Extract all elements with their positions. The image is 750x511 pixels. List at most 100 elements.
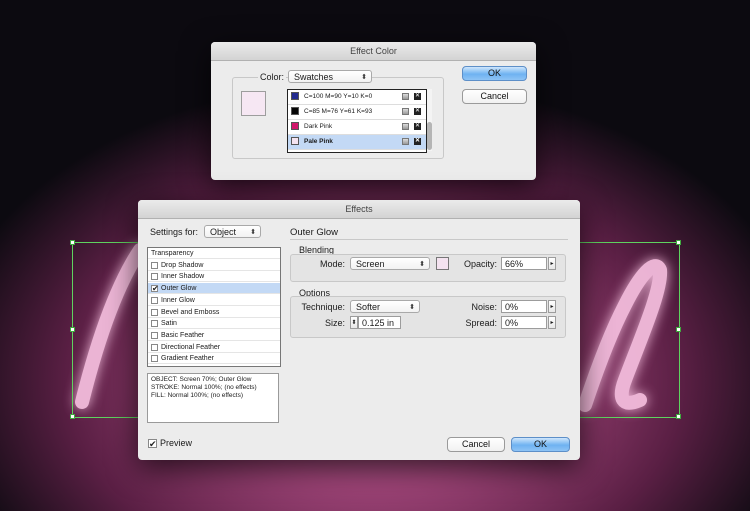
effect-label: Basic Feather [161, 331, 205, 339]
effect-checkbox[interactable] [151, 261, 158, 269]
selection-handle-br[interactable] [676, 414, 681, 419]
swatch-name: C=85 M=76 Y=61 K=93 [304, 108, 373, 115]
mode-label: Mode: [319, 259, 345, 269]
chevron-updown-icon: ⬍ [409, 304, 415, 311]
spread-slider-arrow[interactable]: ▸ [548, 316, 556, 329]
selection-handle-tl[interactable] [70, 240, 75, 245]
opacity-slider-arrow[interactable]: ▸ [548, 257, 556, 270]
selection-handle-mr[interactable] [676, 327, 681, 332]
size-label: Size: [324, 318, 345, 328]
section-title: Outer Glow [290, 227, 339, 238]
swatch-row[interactable]: C=100 M=90 Y=10 K=0 ✕ [288, 90, 426, 105]
technique-value: Softer [356, 302, 381, 312]
summary-line: STROKE: Normal 100%; (no effects) [151, 384, 257, 391]
swatch-color-chip [291, 122, 299, 130]
preview-checkbox[interactable]: ✔ [148, 439, 157, 449]
delete-swatch-icon: ✕ [414, 138, 421, 145]
glow-color-swatch[interactable] [436, 257, 449, 270]
color-preview-swatch [241, 91, 266, 116]
effect-label: Directional Feather [161, 343, 221, 351]
effect-label: Outer Glow [161, 285, 197, 293]
effect-label: Bevel and Emboss [161, 308, 220, 316]
effect-label: Gradient Feather [161, 355, 214, 363]
chevron-updown-icon: ⬍ [361, 74, 367, 81]
color-label: Color: [258, 72, 287, 82]
swatch-type-icon [402, 123, 409, 130]
noise-label: Noise: [471, 302, 497, 312]
effect-item-transparency[interactable]: Transparency [148, 248, 280, 259]
effects-ok-button[interactable]: OK [511, 437, 570, 452]
swatch-row[interactable]: Dark Pink ✕ [288, 120, 426, 135]
color-mode-value: Swatches [294, 72, 334, 82]
summary-line: FILL: Normal 100%; (no effects) [151, 392, 244, 399]
swatch-type-icon [402, 93, 409, 100]
technique-select[interactable]: Softer ⬍ [350, 300, 420, 313]
effect-label: Satin [161, 320, 177, 328]
swatch-name: C=100 M=90 Y=10 K=0 [304, 93, 373, 100]
section-divider [290, 239, 568, 240]
settings-for-select[interactable]: Object ⬍ [204, 225, 261, 238]
selection-handle-tr[interactable] [676, 240, 681, 245]
opacity-field[interactable]: 66% [501, 257, 547, 270]
selection-handle-bl[interactable] [70, 414, 75, 419]
effects-titlebar[interactable]: Effects [138, 200, 580, 219]
chevron-updown-icon: ⬍ [419, 261, 425, 268]
effect-checkbox[interactable] [151, 355, 158, 363]
size-field[interactable]: 0.125 in [358, 316, 401, 329]
effect-item-gradient-feather[interactable]: Gradient Feather [148, 353, 280, 365]
effect-color-ok-button[interactable]: OK [462, 66, 527, 81]
swatch-name: Pale Pink [304, 138, 333, 145]
effect-item-drop-shadow[interactable]: Drop Shadow [148, 260, 280, 271]
summary-line: OBJECT: Screen 70%; Outer Glow [151, 376, 252, 383]
effects-list: Transparency Drop Shadow Inner Shadow ✔ Oute… [147, 247, 281, 367]
swatch-color-chip [291, 92, 299, 100]
effect-item-satin[interactable]: Satin [148, 318, 280, 330]
effect-checkbox[interactable] [151, 343, 158, 351]
effect-item-inner-shadow[interactable]: Inner Shadow [148, 271, 280, 283]
spread-field[interactable]: 0% [501, 316, 547, 329]
effect-item-bevel-and-emboss[interactable]: Bevel and Emboss [148, 307, 280, 318]
effect-item-outer-glow[interactable]: ✔ Outer Glow [148, 283, 280, 295]
swatch-name: Dark Pink [304, 123, 333, 130]
swatch-row[interactable]: Pale Pink ✕ [288, 135, 426, 150]
effect-item-directional-feather[interactable]: Directional Feather [148, 342, 280, 353]
effect-checkbox[interactable] [151, 296, 158, 304]
swatch-list[interactable]: C=100 M=90 Y=10 K=0 ✕ C=85 M=76 Y=61 K=93 ✕… [287, 89, 427, 153]
effects-summary: OBJECT: Screen 70%; Outer Glow STROKE: N… [147, 373, 279, 423]
effect-color-cancel-button[interactable]: Cancel [462, 89, 527, 104]
effect-checkbox[interactable] [151, 308, 158, 316]
effect-color-titlebar[interactable]: Effect Color [211, 42, 536, 61]
effect-label: Inner Glow [161, 296, 195, 304]
blend-mode-select[interactable]: Screen ⬍ [350, 257, 430, 270]
effect-item-basic-feather[interactable]: Basic Feather [148, 330, 280, 341]
size-stepper[interactable]: ⬍ [350, 316, 358, 329]
swatch-scroll-thumb[interactable] [427, 122, 432, 150]
noise-slider-arrow[interactable]: ▸ [548, 300, 556, 313]
effect-checkbox[interactable] [151, 331, 158, 339]
delete-swatch-icon: ✕ [414, 93, 421, 100]
swatch-color-chip [291, 107, 299, 115]
effects-cancel-button[interactable]: Cancel [447, 437, 505, 452]
preview-label[interactable]: Preview [160, 438, 192, 448]
opacity-label: Opacity: [463, 259, 497, 269]
blend-mode-value: Screen [356, 259, 385, 269]
selection-handle-ml[interactable] [70, 327, 75, 332]
delete-swatch-icon: ✕ [414, 108, 421, 115]
chevron-updown-icon: ⬍ [250, 229, 256, 236]
effect-label: Transparency [151, 250, 194, 257]
delete-swatch-icon: ✕ [414, 123, 421, 130]
swatch-color-chip [291, 137, 299, 145]
effect-checkbox[interactable] [151, 273, 158, 281]
effect-checkbox[interactable] [151, 320, 158, 328]
noise-field[interactable]: 0% [501, 300, 547, 313]
effect-checkbox[interactable]: ✔ [151, 285, 159, 293]
swatch-type-icon [402, 138, 409, 145]
settings-for-value: Object [210, 227, 237, 237]
effect-label: Drop Shadow [161, 261, 204, 269]
swatch-row[interactable]: C=85 M=76 Y=61 K=93 ✕ [288, 105, 426, 120]
effect-item-inner-glow[interactable]: Inner Glow [148, 295, 280, 306]
color-mode-select[interactable]: Swatches ⬍ [288, 70, 372, 83]
settings-for-label: Settings for: [150, 227, 199, 237]
effect-label: Inner Shadow [161, 273, 205, 281]
spread-label: Spread: [465, 318, 497, 328]
